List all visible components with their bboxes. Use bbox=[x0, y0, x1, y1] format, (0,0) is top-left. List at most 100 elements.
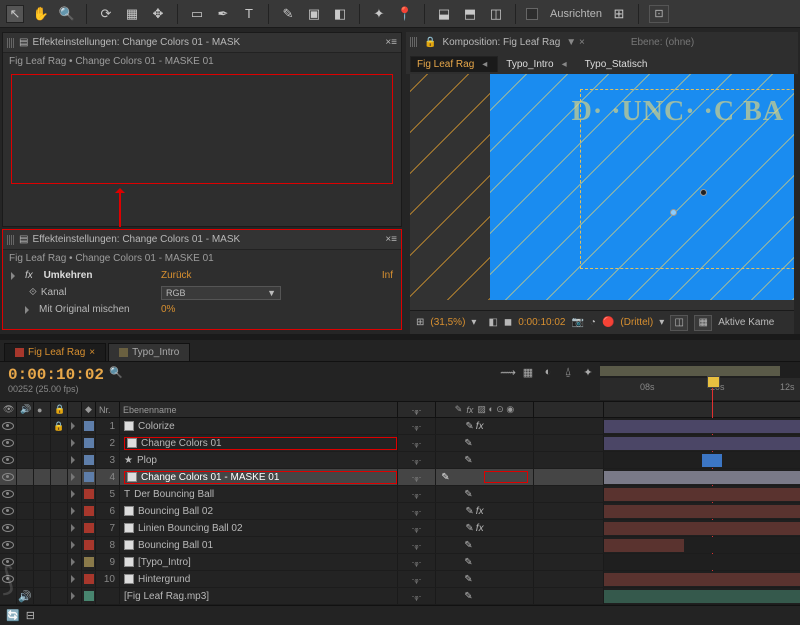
timeline-tab-figleafrag[interactable]: Fig Leaf Rag × bbox=[4, 343, 106, 361]
layer-row[interactable]: 2 Change Colors 01·ᵩ·✎ bbox=[0, 435, 800, 452]
puppet-tool-icon[interactable]: 📍 bbox=[396, 5, 414, 23]
label-color[interactable] bbox=[84, 523, 94, 533]
shy-switch-icon[interactable]: ·ᵩ· bbox=[412, 540, 422, 550]
layer-duration-bar[interactable] bbox=[604, 539, 684, 552]
edit-switch-icon[interactable]: ✎ bbox=[464, 489, 472, 500]
frameblend-toggle-icon[interactable]: ▦ bbox=[520, 365, 536, 379]
roto-tool-icon[interactable]: ✦ bbox=[370, 5, 388, 23]
shy-switch-icon[interactable]: ·ᵩ· bbox=[412, 523, 422, 533]
time-ruler[interactable]: 08s 10s 12s bbox=[600, 378, 800, 400]
selection-tool-icon[interactable]: ↖ bbox=[6, 5, 24, 23]
label-color[interactable] bbox=[84, 540, 94, 550]
region-icon[interactable]: ◔ bbox=[590, 317, 596, 328]
shy-switch-icon[interactable]: ·ᵩ· bbox=[412, 506, 422, 516]
zoom-value[interactable]: (31,5%) bbox=[430, 317, 465, 328]
visibility-toggle-icon[interactable] bbox=[2, 541, 14, 549]
motionblur-toggle-icon[interactable]: ◐ bbox=[540, 365, 556, 379]
comp-tab-typointro[interactable]: Typo_Intro◂ bbox=[500, 57, 576, 72]
edit-switch-icon[interactable]: ✎ bbox=[465, 523, 473, 534]
label-color[interactable] bbox=[84, 506, 94, 516]
col-number[interactable]: Nr. bbox=[96, 402, 120, 417]
panel-grip-icon[interactable] bbox=[7, 235, 15, 245]
viewer-timecode[interactable]: 0:00:10:02 bbox=[518, 317, 565, 328]
res-half-icon[interactable]: ◧ bbox=[488, 317, 497, 328]
res-full-icon[interactable]: ◼ bbox=[504, 317, 512, 328]
visibility-toggle-icon[interactable] bbox=[2, 473, 14, 481]
layer-duration-bar[interactable] bbox=[702, 454, 722, 467]
orbit-tool-icon[interactable]: ⟳ bbox=[97, 5, 115, 23]
snap-checkbox[interactable] bbox=[526, 8, 538, 20]
channel-icon[interactable]: 🔴 bbox=[602, 317, 614, 328]
twirl-icon[interactable] bbox=[71, 524, 79, 532]
twirl-icon[interactable] bbox=[71, 439, 79, 447]
layer-row[interactable]: 10 Hintergrund·ᵩ·✎ bbox=[0, 571, 800, 588]
toggle-grid-icon[interactable]: ▦ bbox=[694, 315, 712, 331]
col-lock-icon[interactable]: 🔒 bbox=[51, 402, 68, 417]
shy-switch-icon[interactable]: ·ᵩ· bbox=[412, 574, 422, 584]
brush-tool-icon[interactable]: ✎ bbox=[279, 5, 297, 23]
current-timecode[interactable]: 0:00:10:02 bbox=[8, 366, 96, 384]
layer-row[interactable]: 7 Linien Bouncing Ball 02·ᵩ·✎fx bbox=[0, 520, 800, 537]
fx-badge-icon[interactable]: fx bbox=[476, 506, 484, 517]
vertex-handle-icon[interactable] bbox=[670, 209, 677, 216]
edit-switch-icon[interactable]: ✎ bbox=[464, 557, 472, 568]
edit-switch-icon[interactable]: ✎ bbox=[464, 540, 472, 551]
layer-duration-bar[interactable] bbox=[604, 573, 800, 586]
search-icon[interactable]: ⊡ bbox=[649, 5, 669, 23]
visibility-toggle-icon[interactable] bbox=[2, 524, 14, 532]
prop-blend-value[interactable]: 0% bbox=[161, 304, 175, 315]
layer-row[interactable]: 9 [Typo_Intro]·ᵩ·✎ bbox=[0, 554, 800, 571]
work-area-bar[interactable] bbox=[600, 366, 780, 376]
label-color[interactable] bbox=[84, 421, 94, 431]
col-audio-icon[interactable]: 🔊 bbox=[17, 402, 34, 417]
edit-switch-icon[interactable]: ✎ bbox=[441, 472, 449, 483]
pen-tool-icon[interactable]: ✒ bbox=[214, 5, 232, 23]
visibility-toggle-icon[interactable] bbox=[2, 490, 14, 498]
shy-switch-icon[interactable]: ·ᵩ· bbox=[412, 489, 422, 499]
shy-switch-icon[interactable]: ·ᵩ· bbox=[412, 438, 422, 448]
label-color[interactable] bbox=[84, 472, 94, 482]
layer-duration-bar[interactable] bbox=[604, 420, 800, 433]
composition-viewer[interactable]: D· ·UNC· ·C BA bbox=[410, 74, 794, 310]
anchor-point-icon[interactable] bbox=[700, 189, 707, 196]
layer-duration-bar[interactable] bbox=[604, 505, 800, 518]
lock-icon[interactable]: 🔒 bbox=[424, 37, 436, 48]
pan-behind-tool-icon[interactable]: ✥ bbox=[149, 5, 167, 23]
edit-switch-icon[interactable]: ✎ bbox=[464, 574, 472, 585]
col-visibility-icon[interactable]: 👁 bbox=[0, 402, 17, 417]
label-color[interactable] bbox=[84, 557, 94, 567]
twirl-icon[interactable] bbox=[71, 473, 79, 481]
twirl-icon[interactable] bbox=[71, 507, 79, 515]
graph-editor-icon[interactable]: ⍙ bbox=[560, 365, 576, 379]
shy-switch-icon[interactable]: ·ᵩ· bbox=[412, 421, 422, 431]
timeline-tab-typointro[interactable]: Typo_Intro bbox=[108, 343, 190, 361]
fx-badge-icon[interactable]: fx bbox=[476, 523, 484, 534]
twirl-icon[interactable] bbox=[71, 422, 79, 430]
col-name[interactable]: Ebenenname bbox=[120, 402, 398, 417]
panel-grip-icon[interactable] bbox=[410, 37, 418, 47]
fx-badge-icon[interactable]: fx bbox=[476, 421, 484, 432]
shy-toggle-icon[interactable]: ⟿ bbox=[500, 365, 516, 379]
hand-tool-icon[interactable]: ✋ bbox=[32, 5, 50, 23]
world-axis-icon[interactable]: ⬒ bbox=[461, 5, 479, 23]
text-tool-icon[interactable]: T bbox=[240, 5, 258, 23]
channel-dropdown[interactable]: RGB▼ bbox=[161, 286, 281, 300]
toggle-switches-icon[interactable]: 🔄 bbox=[6, 609, 20, 622]
col-solo-icon[interactable]: ● bbox=[34, 402, 51, 417]
grid-icon[interactable]: ⊞ bbox=[416, 317, 424, 328]
camera-dropdown[interactable]: Aktive Kame bbox=[718, 317, 774, 328]
visibility-toggle-icon[interactable] bbox=[2, 507, 14, 515]
layer-row[interactable]: 8 Bouncing Ball 01·ᵩ·✎ bbox=[0, 537, 800, 554]
effect-reset-link[interactable]: Zurück bbox=[161, 270, 192, 281]
layer-duration-bar[interactable] bbox=[604, 471, 800, 484]
camera-tool-icon[interactable]: ▦ bbox=[123, 5, 141, 23]
toggle-alpha-icon[interactable]: ◫ bbox=[670, 315, 688, 331]
shy-switch-icon[interactable]: ·ᵩ· bbox=[412, 557, 422, 567]
visibility-toggle-icon[interactable] bbox=[2, 439, 14, 447]
label-color[interactable] bbox=[84, 438, 94, 448]
twirl-icon[interactable] bbox=[71, 558, 79, 566]
effect-name[interactable]: Umkehren bbox=[44, 270, 93, 281]
label-color[interactable] bbox=[84, 574, 94, 584]
layer-duration-bar[interactable] bbox=[604, 437, 800, 450]
layer-row[interactable]: 3★ Plop·ᵩ·✎ bbox=[0, 452, 800, 469]
